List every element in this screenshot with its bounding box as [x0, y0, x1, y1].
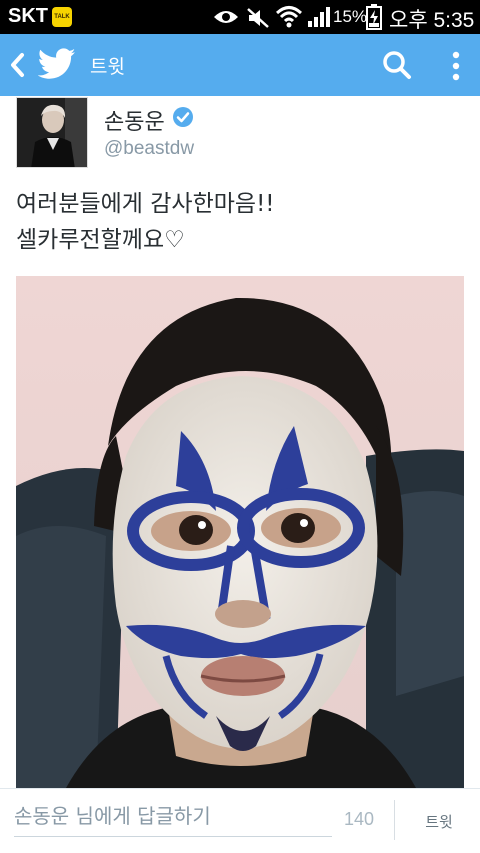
tweet-text: 여러분들에게 감사한마음!! 셀카루전할께요♡ [16, 186, 466, 258]
reply-input[interactable] [14, 796, 332, 836]
overflow-menu-icon[interactable] [450, 50, 462, 82]
search-icon[interactable] [382, 50, 412, 80]
wifi-icon [276, 6, 302, 28]
status-clock: 오후 5:35 [389, 9, 475, 32]
kakaotalk-icon: TALK [52, 7, 72, 27]
reply-input-underline [14, 836, 332, 837]
mute-icon [247, 8, 269, 28]
tweet-photo[interactable] [16, 276, 464, 788]
character-count: 140 [344, 809, 375, 829]
tweet-button[interactable]: 트윗 [412, 806, 466, 836]
battery-percent: 15% [333, 7, 368, 26]
twitter-bird-icon[interactable] [38, 47, 76, 81]
avatar[interactable] [16, 97, 88, 168]
action-bar: 트윗 [0, 34, 480, 96]
carrier-label: SKT [8, 5, 48, 27]
reply-divider [394, 800, 395, 840]
signal-icon [308, 7, 330, 27]
status-bar: SKT TALK 15% 오후 5:35 [0, 0, 480, 34]
battery-charging-icon [366, 4, 382, 30]
display-name[interactable]: 손동운 [104, 104, 165, 136]
user-handle[interactable]: @beastdw [104, 138, 194, 160]
verified-icon [173, 107, 193, 127]
tweet-text-line: 여러분들에게 감사한마음!! [16, 191, 275, 217]
eye-icon [214, 11, 238, 23]
tweet-text-line: 셀카루전할께요♡ [16, 227, 185, 253]
back-icon[interactable] [8, 51, 26, 79]
page-title: 트윗 [90, 56, 125, 78]
